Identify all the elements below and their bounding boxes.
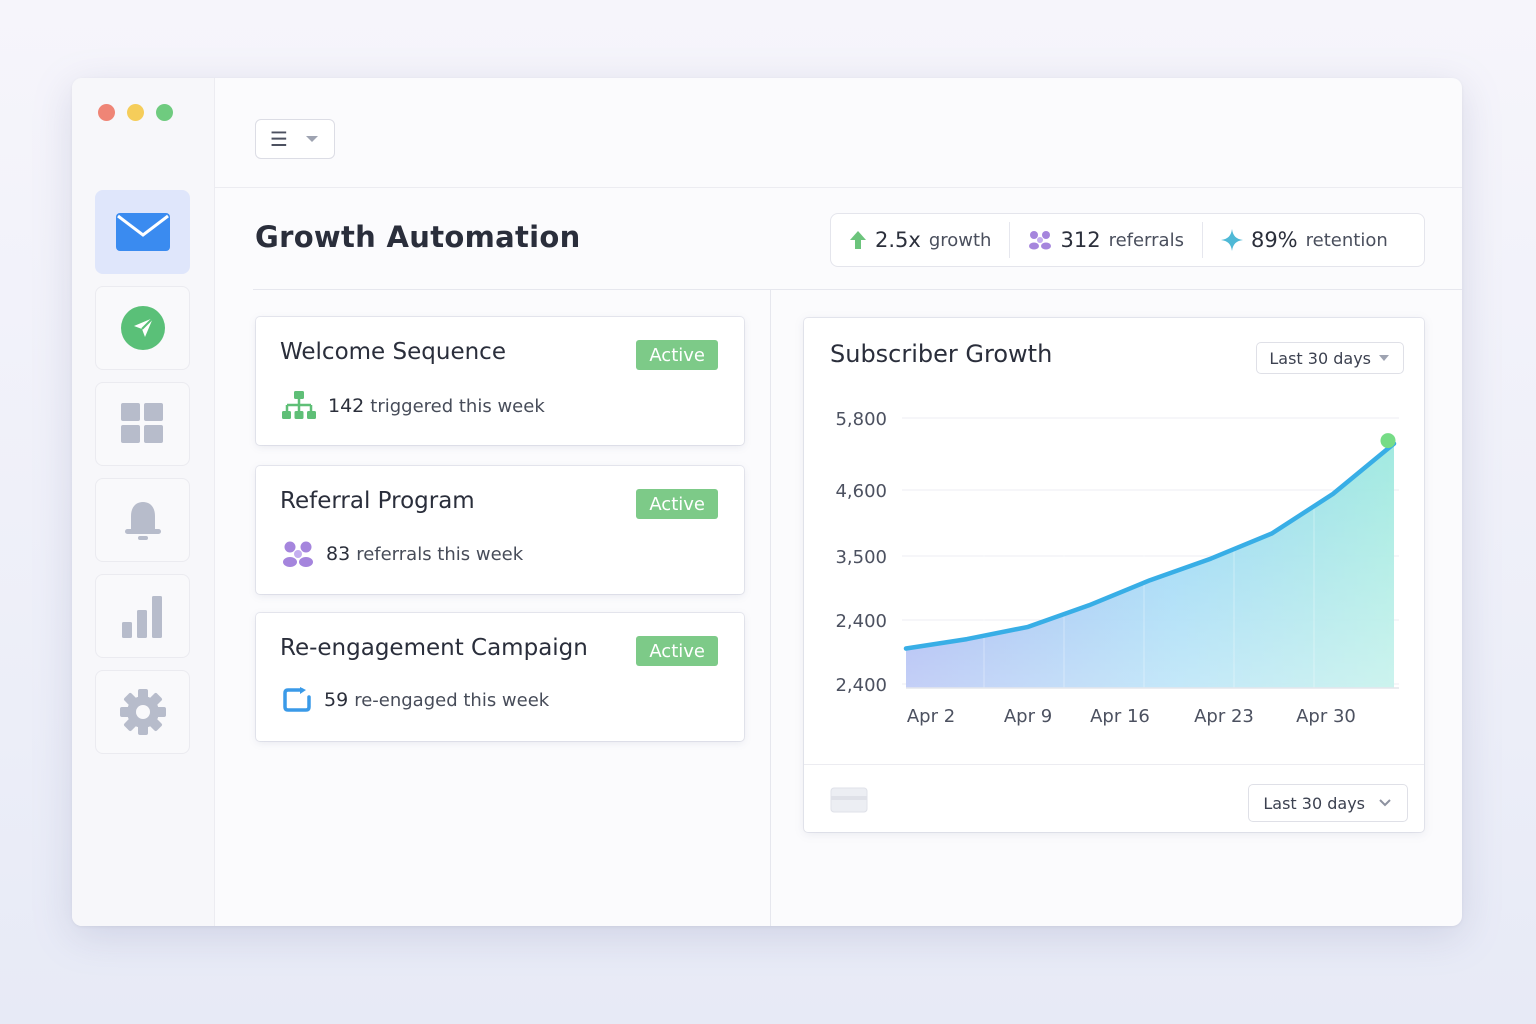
- x-tick-label: Apr 30: [1296, 706, 1356, 727]
- page-title: Growth Automation: [255, 220, 581, 254]
- caret-down-icon: [1379, 355, 1389, 361]
- zoom-window-button[interactable]: [156, 104, 173, 121]
- y-tick-label: 3,500: [835, 547, 887, 568]
- campaign-count-label: re-engaged this week: [354, 689, 550, 711]
- status-badge: Active: [636, 340, 718, 370]
- series-end-marker: [1380, 433, 1396, 449]
- campaign-meta: 142 triggered this week: [282, 391, 545, 421]
- top-toolbar: ☰: [215, 78, 1462, 188]
- campaign-card-welcome[interactable]: Welcome Sequence Active 142 triggered th…: [256, 317, 744, 445]
- sidebar-item-settings[interactable]: [95, 670, 190, 754]
- sidebar-item-notifications[interactable]: [95, 478, 190, 562]
- column-divider: [770, 290, 771, 926]
- header-divider: [253, 289, 1462, 290]
- card-icon: [830, 787, 868, 813]
- date-range-value: Last 30 days: [1269, 348, 1371, 368]
- date-range-select[interactable]: Last 30 days: [1256, 342, 1404, 374]
- status-badge: Active: [636, 636, 718, 666]
- flow-tree-icon: [282, 391, 316, 419]
- stat-retention-label: retention: [1305, 229, 1388, 251]
- caret-down-icon: [305, 136, 318, 142]
- status-badge: Active: [636, 489, 718, 519]
- close-window-button[interactable]: [98, 104, 115, 121]
- hamburger-icon: ☰: [270, 127, 288, 151]
- stat-referrals-value: 312: [1060, 228, 1101, 252]
- footer-range-select[interactable]: Last 30 days: [1248, 784, 1408, 822]
- campaign-title: Referral Program: [280, 488, 475, 514]
- chevron-down-icon: [1379, 799, 1391, 807]
- campaign-card-referral[interactable]: Referral Program Active 83 referrals thi…: [256, 466, 744, 594]
- bell-icon: [124, 502, 161, 540]
- subscriber-growth-chart: 5,800 4,600 3,500 2,400 2,400 Apr 2 Apr 9 Apr …: [835, 409, 1399, 727]
- sidebar-item-send[interactable]: [95, 286, 190, 370]
- gear-icon: [119, 689, 166, 735]
- main-content: ☰ Growth Automation 2.5x growth 312 refe…: [215, 78, 1462, 926]
- campaign-count-label: referrals this week: [356, 543, 524, 565]
- send-icon: [120, 306, 165, 350]
- stat-retention: 89% retention: [1201, 222, 1406, 258]
- stat-referrals: 312 referrals: [1009, 222, 1201, 258]
- footer-range-value: Last 30 days: [1263, 793, 1365, 813]
- y-tick-label: 2,400: [835, 611, 887, 632]
- subscriber-growth-card: Subscriber Growth Last 30 days 5,800 4,6…: [804, 318, 1424, 832]
- sidebar-item-dashboard[interactable]: [95, 382, 190, 466]
- chart-title: Subscriber Growth: [830, 340, 1053, 368]
- campaign-count: 83: [326, 543, 351, 565]
- x-tick-label: Apr 16: [1090, 706, 1150, 727]
- people-icon: [283, 541, 313, 567]
- window-controls: [98, 104, 173, 121]
- stat-retention-value: 89%: [1250, 228, 1298, 252]
- campaign-meta: 59 re-engaged this week: [282, 687, 549, 713]
- stat-referrals-label: referrals: [1108, 229, 1184, 251]
- refresh-icon: [283, 687, 311, 712]
- y-tick-label: 5,800: [835, 409, 887, 430]
- campaign-count: 59: [324, 689, 349, 711]
- y-tick-label: 4,600: [835, 481, 887, 502]
- x-tick-label: Apr 23: [1194, 706, 1254, 727]
- menu-dropdown-button[interactable]: ☰: [255, 119, 335, 159]
- y-tick-label: 2,400: [835, 675, 887, 696]
- sidebar-item-mail[interactable]: [95, 190, 190, 274]
- stats-summary: 2.5x growth 312 referrals 89% retention: [830, 213, 1425, 267]
- stat-growth-label: growth: [928, 229, 992, 251]
- stat-growth: 2.5x growth: [831, 222, 1009, 258]
- bar-chart-icon: [121, 596, 162, 638]
- campaign-count: 142: [328, 395, 365, 417]
- x-tick-label: Apr 9: [1004, 706, 1052, 727]
- campaign-meta: 83 referrals this week: [282, 540, 523, 568]
- sidebar-nav: [95, 190, 190, 754]
- people-icon: [1029, 231, 1052, 250]
- stat-growth-value: 2.5x: [875, 228, 921, 252]
- series-area-fade: [906, 443, 1394, 688]
- campaign-count-label: triggered this week: [370, 395, 545, 417]
- campaign-title: Welcome Sequence: [280, 339, 506, 365]
- campaign-card-reengagement[interactable]: Re-engagement Campaign Active 59 re-enga…: [256, 613, 744, 741]
- minimize-window-button[interactable]: [127, 104, 144, 121]
- mail-icon: [115, 213, 170, 251]
- chart-footer: Last 30 days: [804, 764, 1424, 832]
- app-window: ☰ Growth Automation 2.5x growth 312 refe…: [72, 78, 1462, 926]
- sidebar: [72, 78, 215, 926]
- sparkle-icon: [1220, 229, 1243, 251]
- x-tick-label: Apr 2: [907, 706, 955, 727]
- campaign-title: Re-engagement Campaign: [280, 635, 588, 661]
- arrow-up-icon: [850, 231, 866, 249]
- grid-icon: [120, 403, 163, 443]
- sidebar-item-analytics[interactable]: [95, 574, 190, 658]
